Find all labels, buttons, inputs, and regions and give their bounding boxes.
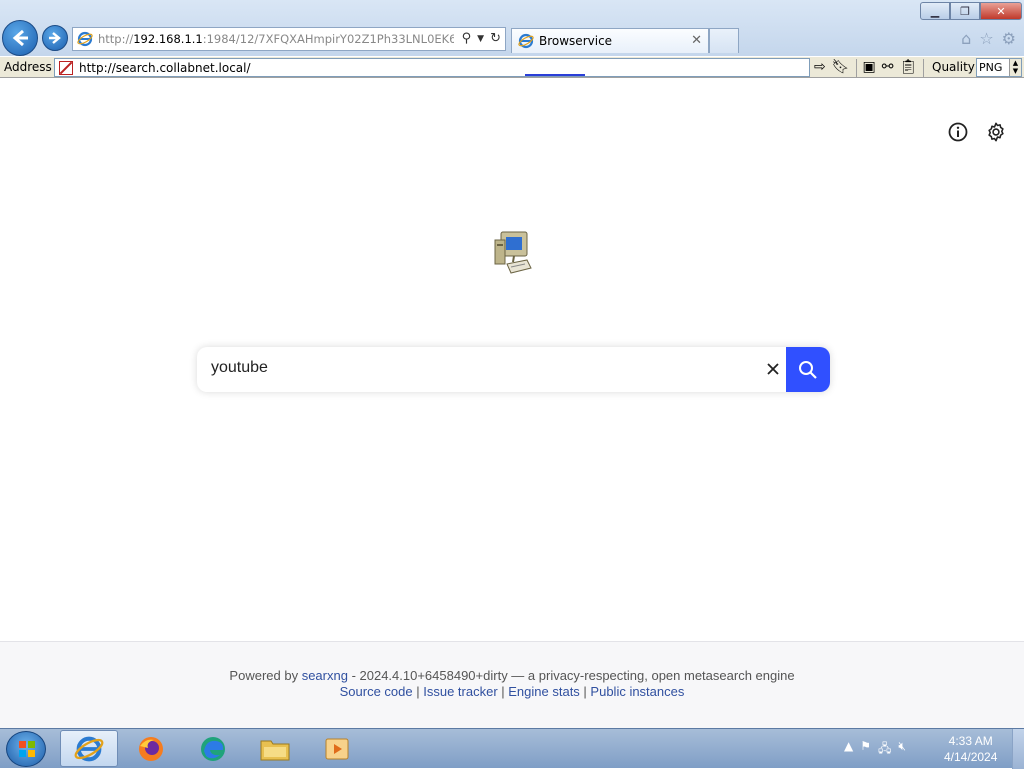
find-binoculars-icon[interactable]: ⚯ (882, 59, 894, 77)
ie-icon (74, 736, 104, 761)
searxng-page: youtube Powered by searxng - 2024.4.10+6… (0, 80, 1024, 728)
tools-gear-icon[interactable]: ⚙ (1002, 29, 1016, 48)
taskbar-firefox[interactable] (122, 730, 180, 767)
forward-arrow-icon (49, 32, 61, 44)
toolbar-divider (855, 59, 857, 77)
taskbar-edge[interactable] (184, 730, 242, 767)
searxng-link[interactable]: searxng (302, 668, 348, 683)
forward-button[interactable] (42, 25, 68, 51)
taskbar-explorer[interactable] (246, 730, 304, 767)
start-button[interactable] (6, 731, 46, 767)
favorites-star-icon[interactable]: ☆ (979, 29, 993, 48)
search-button[interactable] (786, 347, 830, 392)
firefox-icon (139, 736, 163, 761)
volume-muted-icon[interactable]: 🔇︎ (898, 739, 906, 760)
issue-tracker-link[interactable]: Issue tracker (423, 684, 497, 699)
browservice-toolbar: Address http://search.collabnet.local/ ⇨… (0, 56, 1024, 78)
windows-logo-icon (19, 741, 35, 757)
taskbar-ie[interactable] (60, 730, 118, 767)
quality-label: Quality (932, 60, 975, 74)
new-tab-button[interactable] (709, 28, 739, 53)
source-code-link[interactable]: Source code (340, 684, 413, 699)
restore-button[interactable]: ❐ (950, 2, 980, 20)
save-icon[interactable]: ▣ (863, 59, 876, 77)
address-field[interactable]: http://search.collabnet.local/ (54, 58, 810, 77)
ie-icon (518, 33, 534, 49)
clock-date: 4/14/2024 (944, 750, 998, 764)
back-arrow-icon (12, 29, 28, 47)
close-window-button[interactable]: ✕ (980, 2, 1022, 20)
search-input[interactable]: youtube (211, 359, 268, 377)
clock-time: 4:33 AM (948, 734, 993, 748)
address-value: http://search.collabnet.local/ (79, 60, 251, 75)
public-instances-link[interactable]: Public instances (590, 684, 684, 699)
home-icon[interactable]: ⌂ (961, 29, 971, 48)
insecure-icon (59, 60, 73, 75)
quality-select[interactable]: PNG ▲ ▼ (976, 58, 1022, 77)
taskbar: ▲ ⚑ 🖧︎ 🔇︎ 4:33 AM 4/14/2024 (0, 728, 1024, 769)
engine-stats-link[interactable]: Engine stats (508, 684, 580, 699)
tab-browservice[interactable]: Browservice ✕ (511, 28, 709, 53)
refresh-icon[interactable]: ↻ (490, 31, 501, 47)
search-form: youtube (197, 347, 830, 392)
system-tray: ▲ ⚑ 🖧︎ 🔇︎ 4:33 AM 4/14/2024 (836, 729, 1024, 769)
page-footer: Powered by searxng - 2024.4.10+6458490+d… (0, 641, 1024, 728)
quality-value: PNG (979, 61, 1003, 74)
computer-logo-icon (494, 231, 532, 274)
folder-icon (260, 740, 290, 760)
search-icon[interactable]: ⚲ (462, 31, 472, 47)
network-icon[interactable]: 🖧︎ (878, 739, 891, 760)
action-center-flag-icon[interactable]: ⚑ (860, 739, 871, 760)
close-tab-icon[interactable]: ✕ (691, 33, 702, 48)
go-arrow-icon[interactable]: ⇨ (814, 59, 826, 77)
ie-icon (77, 31, 93, 47)
search-icon (799, 360, 817, 379)
address-label: Address (4, 60, 52, 74)
minimize-button[interactable]: ▁ (920, 2, 950, 20)
edge-icon (201, 736, 225, 761)
taskbar-media-player[interactable] (308, 730, 366, 767)
tab-label: Browservice (539, 34, 613, 48)
bookmark-icon[interactable]: 🔖︎ (832, 59, 850, 77)
footer-links: Source code | Issue tracker | Engine sta… (339, 684, 685, 699)
browser-chrome: http://192.168.1.1:1984/12/7XFQXAHmpirY0… (0, 0, 1024, 56)
url-bar[interactable]: http://192.168.1.1:1984/12/7XFQXAHmpirY0… (72, 27, 506, 51)
dropdown-icon[interactable]: ▼ (477, 31, 484, 47)
info-icon[interactable] (947, 121, 969, 143)
quality-spinner[interactable]: ▲ ▼ (1009, 59, 1021, 76)
media-player-icon (325, 738, 349, 759)
clipboard-icon[interactable]: 📋︎ (899, 59, 917, 77)
footer-powered-by: Powered by searxng - 2024.4.10+6458490+d… (229, 668, 795, 683)
back-button[interactable] (2, 20, 38, 56)
gear-icon[interactable] (985, 121, 1007, 143)
clear-icon[interactable] (763, 359, 783, 379)
loading-indicator (525, 74, 585, 76)
show-hidden-icons-icon[interactable]: ▲ (844, 739, 853, 760)
url-text: http://192.168.1.1:1984/12/7XFQXAHmpirY0… (98, 32, 454, 46)
toolbar-divider (923, 59, 925, 77)
clock[interactable]: 4:33 AM 4/14/2024 (944, 733, 997, 765)
show-desktop-button[interactable] (1012, 729, 1024, 769)
